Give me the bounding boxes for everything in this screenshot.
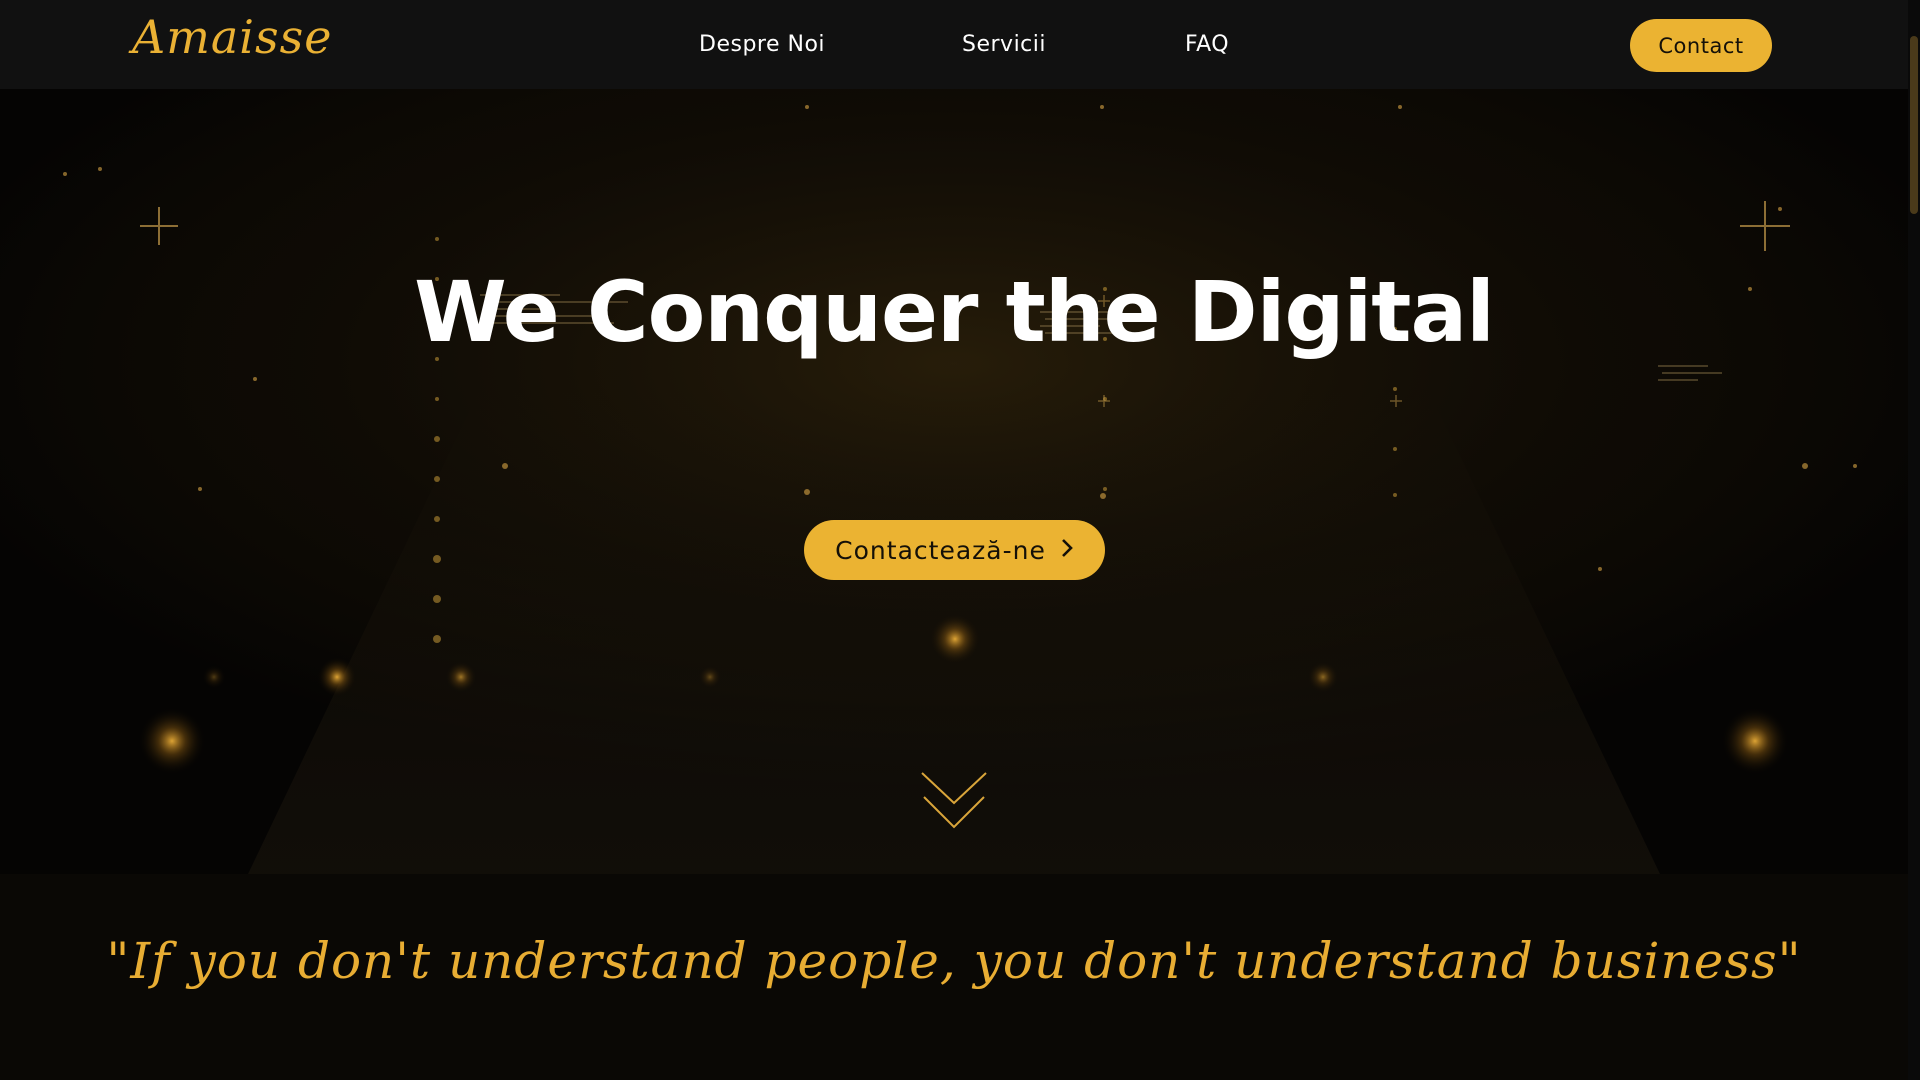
quote-text: "If you don't understand people, you don… [106,932,1802,990]
page: Amaisse Despre Noi Servicii FAQ Contact [0,0,1920,1080]
scrollbar[interactable] [1908,0,1920,1080]
scrollbar-thumb[interactable] [1910,36,1918,214]
hero-title: We Conquer the Digital [414,263,1495,362]
logo[interactable]: Amaisse [132,10,332,64]
nav-link-despre-noi[interactable]: Despre Noi [699,32,825,57]
hero-section: We Conquer the Digital Contactează-ne [0,89,1908,874]
chevron-right-icon [1060,537,1074,564]
hero-background [0,89,1908,874]
double-chevron-down-icon[interactable] [918,769,990,833]
cta-label: Contactează-ne [835,535,1046,565]
contact-cta-button[interactable]: Contactează-ne [804,520,1105,580]
contact-button[interactable]: Contact [1630,19,1772,72]
nav-link-faq[interactable]: FAQ [1185,32,1229,57]
nav-link-servicii[interactable]: Servicii [962,32,1046,57]
site-header: Amaisse Despre Noi Servicii FAQ Contact [0,0,1908,89]
